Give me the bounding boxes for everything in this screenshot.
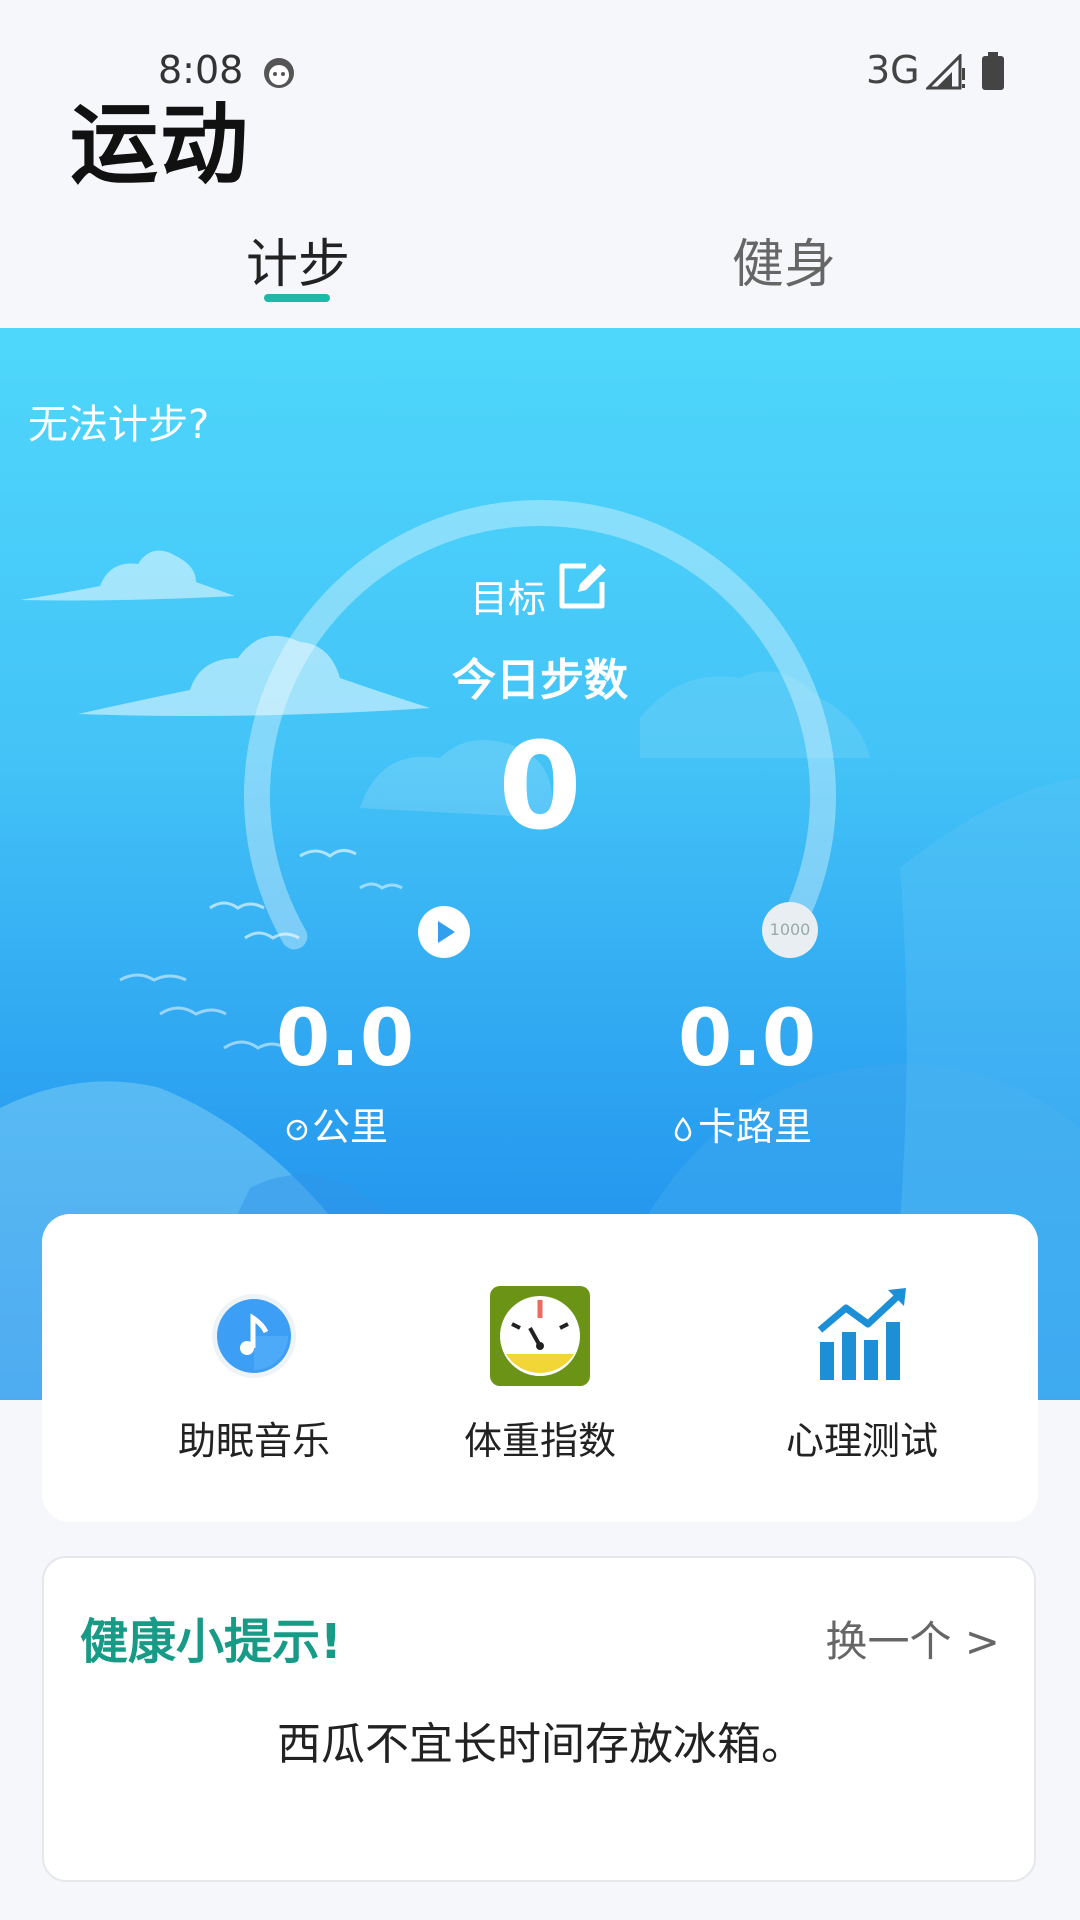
start-button[interactable] xyxy=(418,906,470,958)
calories-label: 卡路里 xyxy=(670,1096,812,1151)
sleep-music-button[interactable]: 助眠音乐 xyxy=(94,1284,414,1465)
scale-icon xyxy=(490,1286,590,1386)
cant-count-link[interactable]: 无法计步? xyxy=(28,392,209,450)
distance-label: 公里 xyxy=(284,1096,388,1151)
goal-badge: 1000 xyxy=(762,902,818,958)
tab-fitness[interactable]: 健身 xyxy=(732,222,836,297)
health-tip-card: 健康小提示! 换一个 > 西瓜不宜长时间存放冰箱。 xyxy=(42,1556,1036,1882)
edit-target-icon[interactable] xyxy=(556,560,608,612)
today-steps-label: 今日步数 xyxy=(452,655,628,706)
play-icon xyxy=(438,921,455,943)
psych-test-label: 心理测试 xyxy=(785,1419,938,1463)
active-tab-indicator xyxy=(264,294,330,302)
notification-face-icon xyxy=(264,58,294,88)
distance-unit: 公里 xyxy=(312,1105,389,1149)
tab-steps[interactable]: 计步 xyxy=(246,222,350,297)
music-note-icon xyxy=(212,1294,296,1378)
calories-unit: 卡路里 xyxy=(698,1105,813,1149)
calories-value: 0.0 xyxy=(678,994,817,1084)
refresh-tip-button[interactable]: 换一个 > xyxy=(825,1608,1000,1669)
page-title: 运动 xyxy=(70,93,251,196)
target-label[interactable]: 目标 xyxy=(470,568,546,623)
distance-value: 0.0 xyxy=(276,994,415,1084)
flame-icon xyxy=(674,1116,692,1142)
steps-value: 0 xyxy=(498,718,582,857)
psych-test-button[interactable]: 心理测试 xyxy=(702,1284,1022,1465)
bmi-label: 体重指数 xyxy=(463,1419,616,1463)
tip-title: 健康小提示! xyxy=(80,1614,342,1670)
quick-actions-card: 助眠音乐 体重指数 心理测试 xyxy=(42,1214,1038,1522)
signal-icon xyxy=(926,54,965,90)
sleep-music-label: 助眠音乐 xyxy=(177,1419,330,1463)
bar-chart-icon xyxy=(817,1288,906,1380)
bmi-button[interactable]: 体重指数 xyxy=(380,1284,700,1465)
timer-icon xyxy=(286,1119,308,1141)
tip-text: 西瓜不宜长时间存放冰箱。 xyxy=(277,1719,805,1770)
network-type: 3G xyxy=(866,48,920,92)
battery-icon xyxy=(982,52,1004,90)
